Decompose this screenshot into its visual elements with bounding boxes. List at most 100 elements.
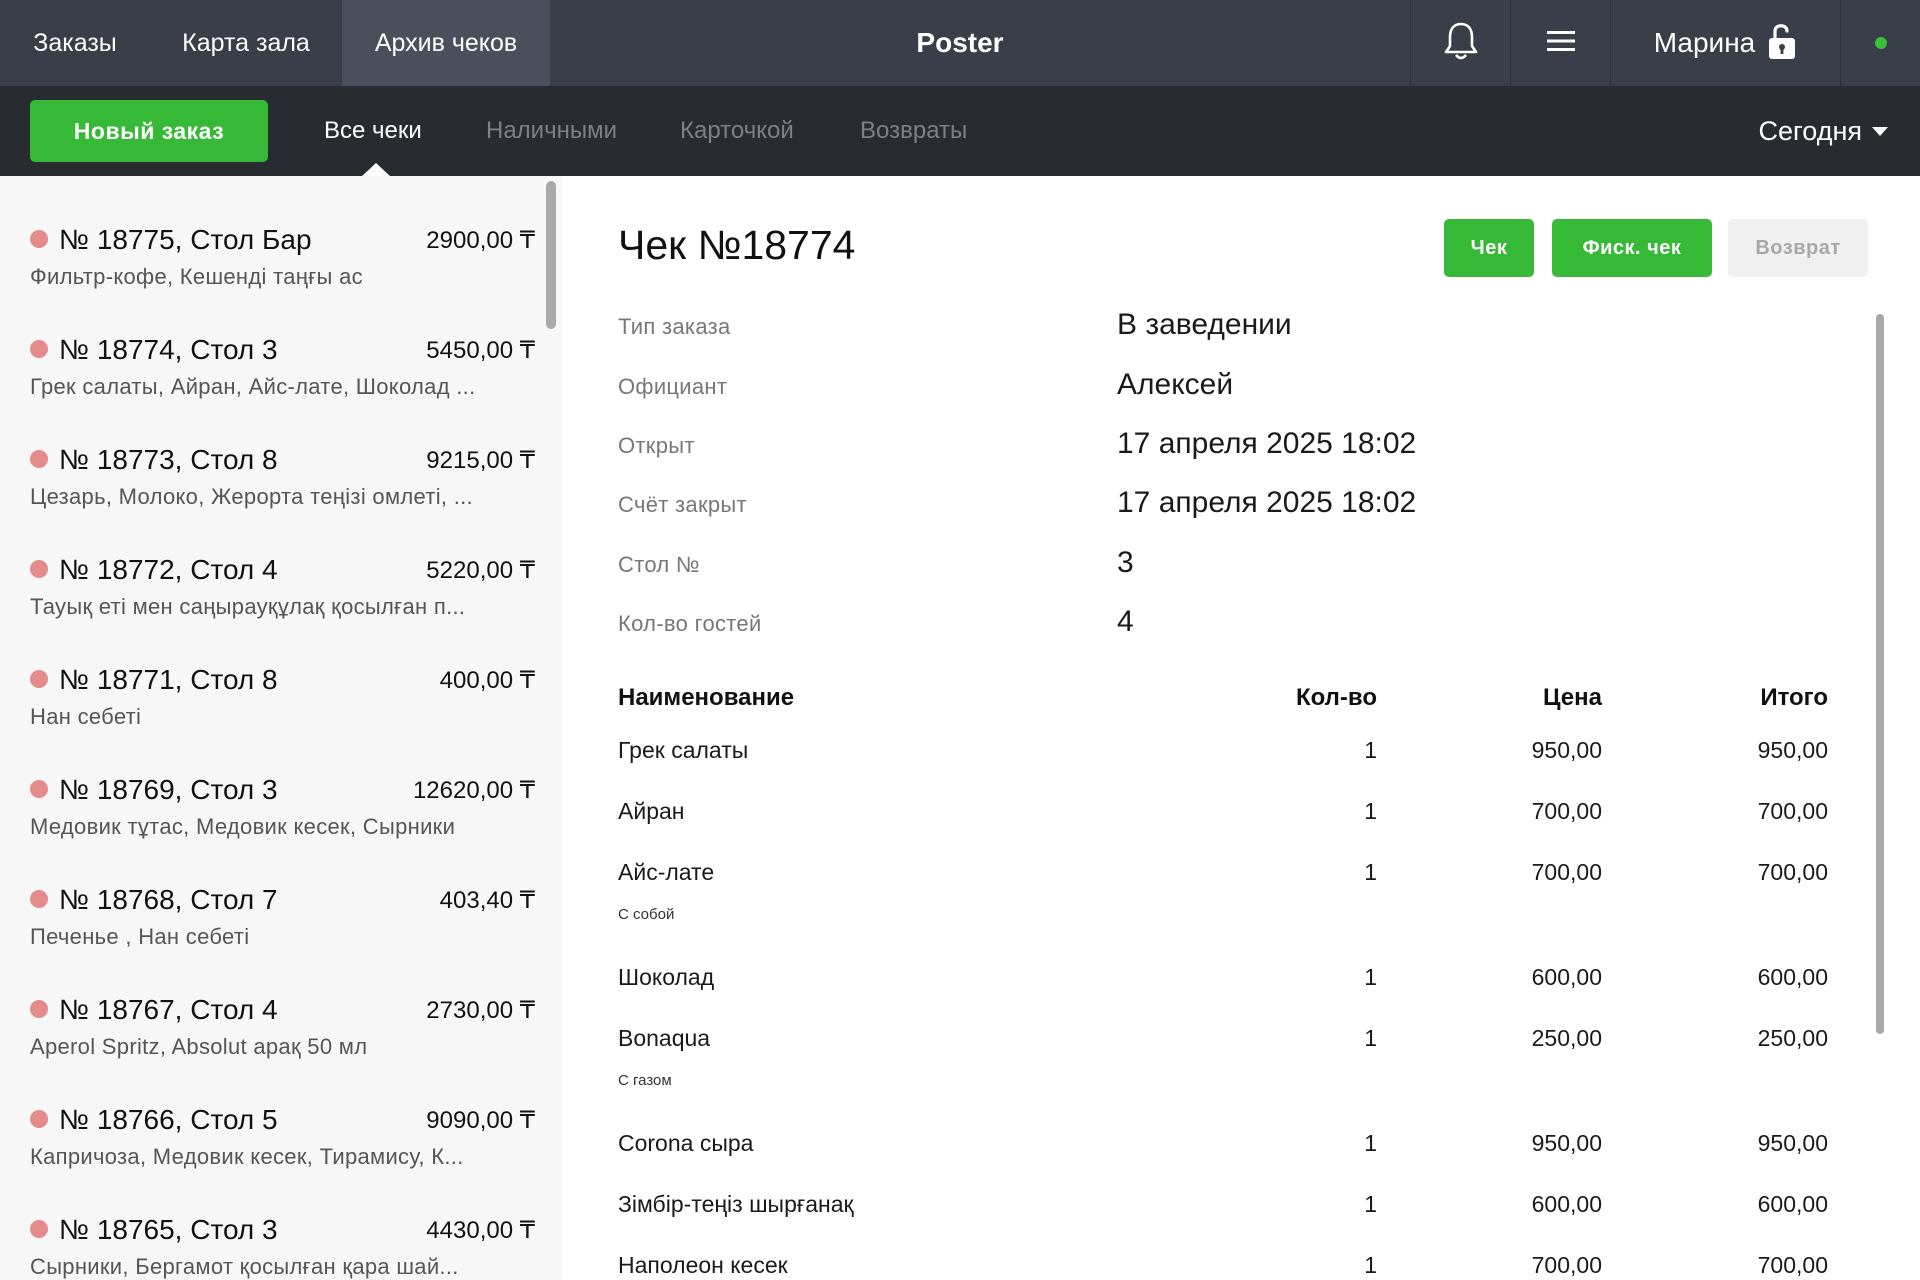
item-name: Шоколад (618, 964, 715, 990)
receipt-title: № 18765, Стол 3 (59, 1214, 278, 1245)
online-status-dot (1874, 37, 1887, 49)
item-total: 700,00 (1757, 1252, 1828, 1278)
user-button[interactable]: Марина (1610, 0, 1840, 86)
info-label-closed: Счёт закрыт (618, 492, 747, 517)
item-name: Грек салаты (618, 737, 749, 763)
info-label-order-type: Тип заказа (618, 314, 731, 339)
fiscal-receipt-button[interactable]: Фиск. чек (1552, 219, 1712, 277)
menu-button[interactable] (1510, 0, 1610, 86)
status-dot (30, 450, 48, 468)
receipt-list-item[interactable]: № 18771, Стол 8 400,00 ₸ Нан себеті (0, 616, 546, 729)
receipt-sum: 2900,00 ₸ (426, 227, 535, 254)
receipt-list-item[interactable]: № 18774, Стол 3 5450,00 ₸ Грек салаты, А… (0, 286, 546, 399)
item-total: 950,00 (1757, 737, 1828, 763)
period-dropdown[interactable]: Сегодня (1759, 86, 1888, 176)
receipt-sum: 12620,00 ₸ (412, 777, 535, 804)
receipt-sum: 5450,00 ₸ (426, 337, 535, 364)
item-price: 700,00 (1531, 798, 1602, 824)
item-total: 250,00 (1757, 1025, 1828, 1051)
info-label-table: Стол № (618, 552, 700, 577)
info-value-waiter: Алексей (1117, 368, 1234, 401)
tab-orders[interactable]: Заказы (0, 0, 150, 86)
filter-returns[interactable]: Возвраты (860, 86, 967, 176)
item-price: 600,00 (1531, 964, 1602, 990)
receipt-sum: 4430,00 ₸ (426, 1217, 535, 1244)
notifications-button[interactable] (1410, 0, 1510, 86)
receipt-title: № 18766, Стол 5 (59, 1104, 278, 1135)
item-qty: 1 (1364, 1252, 1377, 1278)
new-order-button[interactable]: Новый заказ (30, 100, 268, 162)
info-label-waiter: Официант (618, 374, 728, 399)
receipt-list-item[interactable]: № 18769, Стол 3 12620,00 ₸ Медовик тұтас… (0, 726, 546, 839)
receipt-sum: 2730,00 ₸ (426, 997, 535, 1024)
receipt-list-item[interactable]: № 18772, Стол 4 5220,00 ₸ Тауық еті мен … (0, 506, 546, 619)
column-header-price: Цена (1542, 684, 1602, 711)
item-qty: 1 (1364, 1025, 1377, 1051)
receipt-title: № 18771, Стол 8 (59, 664, 278, 695)
receipt-title: № 18775, Стол Бар (59, 224, 312, 255)
filter-card[interactable]: Карточкой (680, 86, 794, 176)
receipt-title: № 18773, Стол 8 (59, 444, 278, 475)
tab-receipts-archive[interactable]: Архив чеков (342, 0, 550, 86)
item-total: 700,00 (1757, 798, 1828, 824)
item-price: 700,00 (1531, 859, 1602, 885)
top-bar: Заказы Карта зала Архив чеков Poster Мар… (0, 0, 1920, 86)
info-value-table: 3 (1117, 546, 1134, 579)
item-total: 600,00 (1757, 1191, 1828, 1217)
receipt-list-item[interactable]: № 18766, Стол 5 9090,00 ₸ Капричоза, Мед… (0, 1056, 546, 1169)
receipt-sum: 9090,00 ₸ (426, 1107, 535, 1134)
receipt-title: № 18769, Стол 3 (59, 774, 278, 805)
bell-icon (1442, 20, 1480, 67)
receipt-list-item[interactable]: № 18773, Стол 8 9215,00 ₸ Цезарь, Молоко… (0, 396, 546, 509)
filter-cash[interactable]: Наличными (486, 86, 617, 176)
receipt-title: № 18772, Стол 4 (59, 554, 278, 585)
info-value-order-type: В заведении (1117, 308, 1292, 341)
status-dot (30, 780, 48, 798)
print-receipt-button[interactable]: Чек (1444, 219, 1534, 277)
status-dot (30, 1220, 48, 1238)
receipt-list-item[interactable]: № 18775, Стол Бар 2900,00 ₸ Фильтр-кофе,… (0, 176, 546, 289)
caret-down-icon (1872, 126, 1888, 136)
unlocked-lock-icon (1767, 21, 1797, 66)
status-dot (30, 560, 48, 578)
receipt-detail-scrollbar[interactable] (1876, 314, 1884, 1034)
item-qty: 1 (1364, 798, 1377, 824)
info-value-guests: 4 (1117, 605, 1134, 638)
receipt-list-item[interactable]: № 18768, Стол 7 403,40 ₸ Печенье , Нан с… (0, 836, 546, 949)
item-name: Айс-лате (618, 859, 715, 885)
status-dot (30, 230, 48, 248)
receipt-sum: 403,40 ₸ (439, 887, 535, 914)
tab-floor-map[interactable]: Карта зала (150, 0, 342, 86)
hamburger-menu-icon (1545, 29, 1577, 58)
item-name: Айран (618, 798, 685, 824)
receipts-list[interactable]: № 18775, Стол Бар 2900,00 ₸ Фильтр-кофе,… (0, 176, 562, 1280)
item-name: Наполеон кесек (618, 1252, 788, 1278)
receipt-title: № 18774, Стол 3 (59, 334, 278, 365)
info-label-guests: Кол-во гостей (618, 611, 762, 636)
receipt-detail: Чек №18774 Чек Фиск. чек Возврат Тип зак… (562, 176, 1920, 1280)
receipt-detail-title: Чек №18774 (618, 222, 856, 268)
user-name: Марина (1653, 27, 1756, 58)
receipt-list-item[interactable]: № 18767, Стол 4 2730,00 ₸ Aperol Spritz,… (0, 946, 546, 1059)
item-qty: 1 (1364, 964, 1377, 990)
item-modifier: С собой (618, 906, 675, 923)
receipts-list-scrollbar[interactable] (546, 181, 556, 329)
item-price: 700,00 (1531, 1252, 1602, 1278)
receipt-list-item[interactable]: № 18765, Стол 3 4430,00 ₸ Сырники, Берга… (0, 1166, 546, 1279)
period-label: Сегодня (1758, 115, 1862, 146)
return-button[interactable]: Возврат (1728, 219, 1868, 277)
item-total: 950,00 (1757, 1130, 1828, 1156)
item-qty: 1 (1364, 1191, 1377, 1217)
status-dot (30, 1110, 48, 1128)
item-price: 250,00 (1531, 1025, 1602, 1051)
connection-status (1840, 0, 1920, 86)
filter-bar: Новый заказ Все чеки Наличными Карточкой… (0, 86, 1920, 176)
info-value-closed: 17 апреля 2025 18:02 (1117, 486, 1417, 519)
item-total: 700,00 (1757, 859, 1828, 885)
item-name: Bonaqua (618, 1025, 711, 1051)
app-title: Poster (916, 27, 1004, 58)
column-header-total: Итого (1760, 684, 1828, 711)
column-header-qty: Кол-во (1295, 684, 1377, 711)
item-total: 600,00 (1757, 964, 1828, 990)
item-price: 600,00 (1531, 1191, 1602, 1217)
